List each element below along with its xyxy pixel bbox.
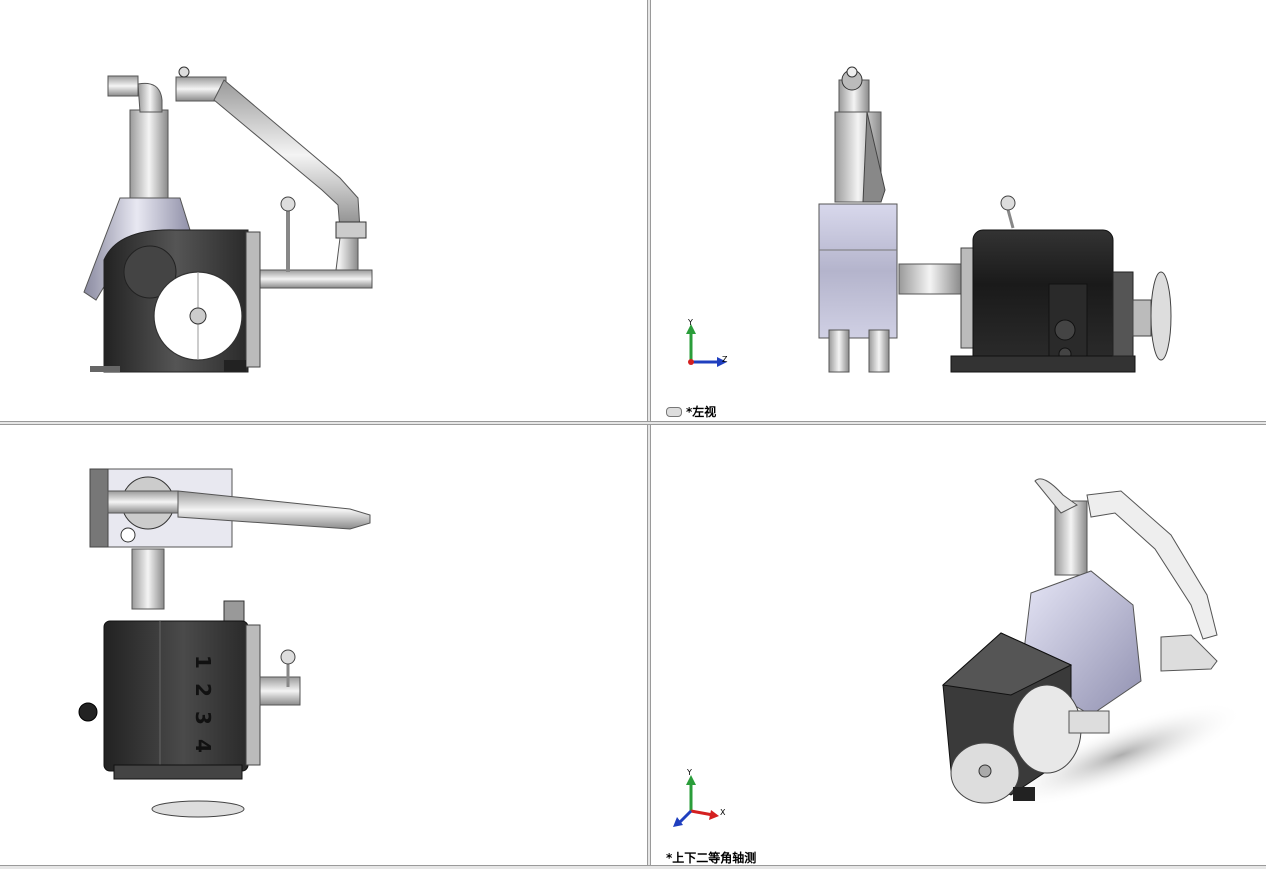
view-name: *上下二等角轴测	[666, 851, 757, 865]
motor-body	[972, 229, 1114, 367]
viewport-front[interactable]	[0, 0, 647, 421]
link-views-icon[interactable]	[666, 406, 682, 417]
coordinate-triad-left	[686, 324, 727, 367]
front-view-model	[83, 66, 373, 373]
triad-axis-z-label: Z	[722, 355, 728, 364]
viewport-splitter-horizontal[interactable]	[0, 421, 1266, 425]
top-view-model	[78, 468, 371, 818]
viewport-splitter-vertical[interactable]	[647, 0, 651, 869]
vertical-pipe	[129, 109, 169, 206]
part-number-digit: 2	[190, 683, 215, 697]
part-number-digit: 3	[190, 711, 215, 725]
view-label-left: *左视	[666, 403, 716, 420]
viewport-bottom-border	[0, 865, 1266, 869]
view-name: *左视	[686, 405, 717, 419]
part-number-digit: 1	[190, 655, 215, 669]
digit-labels: 1 2 3 4	[190, 653, 216, 755]
part-number-digit: 4	[190, 739, 215, 753]
viewport-isometric[interactable]: Y X *上下二等角轴测	[651, 425, 1266, 865]
coordinate-triad-iso	[673, 775, 719, 827]
top-motor-body	[103, 620, 249, 772]
viewport-top[interactable]: 1 2 3 4	[0, 425, 647, 865]
pulley-side	[1150, 271, 1172, 361]
triad-axis-y-label: Y	[687, 768, 692, 777]
triad-axis-x-label: X	[720, 808, 726, 817]
view-label-iso: *上下二等角轴测	[666, 849, 756, 865]
triad-axis-y-label: Y	[688, 318, 693, 327]
viewport-left[interactable]: Y Z *左视	[651, 0, 1266, 421]
gear-housing	[818, 203, 898, 339]
